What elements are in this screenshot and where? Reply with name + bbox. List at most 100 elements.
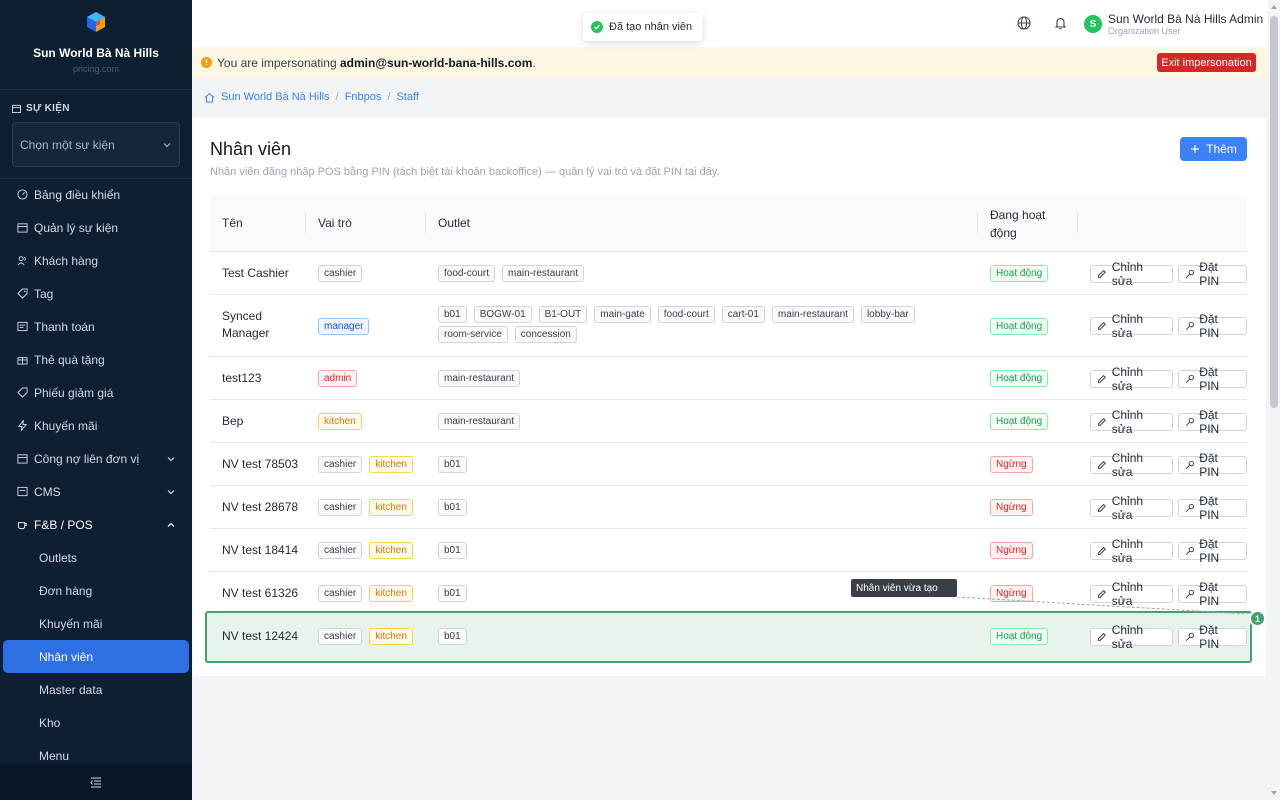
role-tags: kitchen <box>318 413 369 430</box>
col-header-outlet: Outlet <box>438 216 471 230</box>
globe-icon[interactable] <box>1017 16 1031 30</box>
role-tags: cashier kitchen <box>318 499 420 516</box>
sidebar-item-promotions[interactable]: Khuyến mãi <box>0 409 192 442</box>
sidebar-item-coupon[interactable]: Phiếu giảm giá <box>0 376 192 409</box>
chevron-down-icon <box>167 489 175 494</box>
table-row: NV test 18414 cashier kitchen b01 Ngừng Chỉnh… <box>210 529 1247 572</box>
add-staff-button[interactable]: Thêm <box>1180 137 1247 161</box>
gauge-icon <box>16 189 28 201</box>
toast-message: Đã tạo nhân viên <box>609 21 693 33</box>
annotation-connector <box>957 597 1249 614</box>
edit-staff-button[interactable]: Chỉnh sửa <box>1090 260 1173 288</box>
set-pin-button[interactable]: Đặt PIN <box>1177 494 1247 522</box>
scrollbar[interactable] <box>1268 0 1280 800</box>
role-tag: kitchen <box>369 628 413 645</box>
edit-staff-button[interactable]: Chỉnh sửa <box>1090 312 1173 340</box>
outlet-tags: b01 <box>438 456 958 473</box>
edit-icon <box>1097 546 1106 555</box>
key-icon <box>1185 321 1194 331</box>
edit-staff-button[interactable]: Chỉnh sửa <box>1090 537 1173 565</box>
brand-name: Sun World Bà Nà Hills <box>33 46 159 60</box>
status-badge: Ngừng <box>990 456 1033 473</box>
set-pin-button[interactable]: Đặt PIN <box>1177 260 1247 288</box>
sidebar: Sun World Bà Nà Hills pricing.com SỰ KIỆ… <box>0 0 192 800</box>
sidebar-collapse-button[interactable] <box>0 764 192 800</box>
col-header-active: Đang hoạt động <box>990 208 1046 240</box>
edit-staff-button[interactable]: Chỉnh sửa <box>1090 451 1173 479</box>
edit-staff-button[interactable]: Chỉnh sửa <box>1090 365 1173 393</box>
event-select[interactable]: Chọn một sự kiện <box>12 122 180 167</box>
sidebar-item-interunit-debt[interactable]: Công nợ liên đơn vị <box>0 442 192 475</box>
table-row: NV test 78503 cashier kitchen b01 Ngừng Chỉnh… <box>210 443 1247 486</box>
sidebar-item-pos-promotions[interactable]: Khuyến mãi <box>0 607 192 640</box>
sidebar-item-events[interactable]: Quản lý sự kiện <box>0 211 192 244</box>
status-badge: Hoạt động <box>990 628 1049 645</box>
calendar-icon <box>16 222 28 234</box>
staff-name: NV test 12424 <box>222 629 299 643</box>
sidebar-item-inventory[interactable]: Kho <box>0 706 192 739</box>
outlet-tag: b01 <box>438 499 467 516</box>
sidebar-item-tag[interactable]: Tag <box>0 277 192 310</box>
edit-staff-button[interactable]: Chỉnh sửa <box>1090 408 1173 436</box>
exit-impersonation-button[interactable]: Exit impersonation <box>1157 53 1256 72</box>
edit-staff-button[interactable]: Chỉnh sửa <box>1090 494 1173 522</box>
sidebar-item-payment[interactable]: Thanh toán <box>0 310 192 343</box>
sidebar-item-fnb-pos[interactable]: F&B / POS <box>0 508 192 541</box>
set-pin-button[interactable]: Đặt PIN <box>1177 451 1247 479</box>
impersonated-email: admin@sun-world-bana-hills.com <box>339 56 533 70</box>
sidebar-item-cms[interactable]: CMS <box>0 475 192 508</box>
status-badge: Hoạt động <box>990 317 1049 335</box>
avatar[interactable]: S <box>1084 15 1102 33</box>
outlet-tag: B1-OUT <box>538 306 588 323</box>
sidebar-item-orders[interactable]: Đơn hàng <box>0 574 192 607</box>
breadcrumb-home[interactable]: Sun World Bà Nà Hills <box>221 91 330 103</box>
outlet-tag: main-gate <box>594 306 651 323</box>
table-header: Tên Vai trò Outlet Đang hoạt động <box>210 195 1247 252</box>
role-tags: cashier kitchen <box>318 628 420 645</box>
set-pin-button[interactable]: Đặt PIN <box>1177 312 1247 340</box>
edit-staff-button[interactable]: Chỉnh sửa <box>1090 623 1173 651</box>
set-pin-button[interactable]: Đặt PIN <box>1177 537 1247 565</box>
user-name[interactable]: Sun World Bà Nà Hills Admin <box>1108 12 1263 26</box>
breadcrumb-staff[interactable]: Staff <box>396 91 418 103</box>
payment-icon <box>16 321 28 333</box>
plus-icon <box>1191 145 1200 153</box>
edit-icon <box>1097 417 1106 426</box>
outlet-tag: b01 <box>438 585 467 602</box>
role-tags: cashier kitchen <box>318 542 420 559</box>
outlet-tag: main-restaurant <box>502 265 585 282</box>
breadcrumb: Sun World Bà Nà Hills / Fnbpos / Staff <box>204 91 419 103</box>
outlet-tags: b01 <box>438 628 958 645</box>
role-tag: kitchen <box>369 499 413 516</box>
role-tag: manager <box>318 317 370 335</box>
sidebar-item-customers[interactable]: Khách hàng <box>0 244 192 277</box>
set-pin-button[interactable]: Đặt PIN <box>1177 365 1247 393</box>
role-tag: kitchen <box>369 585 413 602</box>
table-row: test123 admin main-restaurant Hoạt động Chỉn… <box>210 357 1247 400</box>
outlet-tag: food-court <box>657 306 715 323</box>
bell-icon[interactable] <box>1054 16 1067 30</box>
users-icon <box>16 255 28 267</box>
breadcrumb-fnbpos[interactable]: Fnbpos <box>345 91 382 103</box>
new-staff-tooltip: Nhân viên vừa tạo <box>851 579 957 597</box>
staff-name: NV test 28678 <box>222 500 299 514</box>
chevron-down-icon <box>163 142 171 147</box>
status-badge: Hoạt động <box>990 413 1049 430</box>
role-tag: kitchen <box>369 456 413 473</box>
outlet-tag: food-court <box>438 265 496 282</box>
sidebar-item-staff[interactable]: Nhân viên <box>3 640 189 673</box>
sidebar-item-dashboard[interactable]: Bảng điều khiển <box>0 178 192 211</box>
flash-icon <box>16 420 28 432</box>
outlet-tag: b01 <box>438 306 467 323</box>
tag-icon <box>16 288 28 300</box>
sidebar-item-outlets[interactable]: Outlets <box>0 541 192 574</box>
role-tags: cashier kitchen <box>318 456 420 473</box>
table-row: Synced Manager manager b01 BOGW-01 B1-OUT mai… <box>210 295 1247 357</box>
page-description: Nhân viên đăng nhập POS bằng PIN (tách b… <box>210 166 720 178</box>
scrollbar-thumb[interactable] <box>1270 16 1278 408</box>
sidebar-item-giftcard[interactable]: Thẻ quà tặng <box>0 343 192 376</box>
impersonation-text: You are impersonating admin@sun-world-ba… <box>217 56 536 70</box>
set-pin-button[interactable]: Đặt PIN <box>1177 408 1247 436</box>
set-pin-button[interactable]: Đặt PIN <box>1177 623 1247 651</box>
sidebar-item-master-data[interactable]: Master data <box>0 673 192 706</box>
